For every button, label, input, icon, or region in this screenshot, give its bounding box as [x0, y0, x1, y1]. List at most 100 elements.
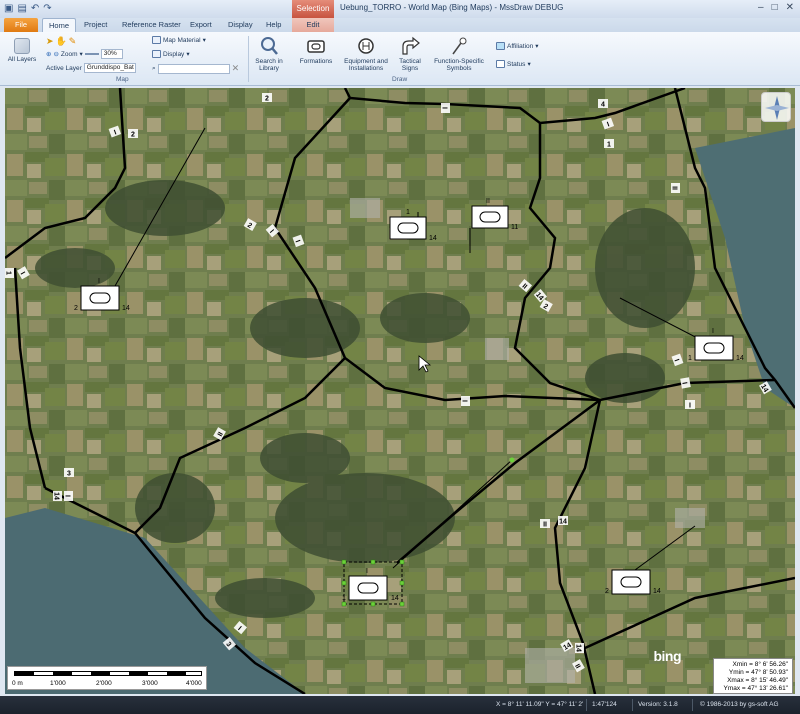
ribbon: All Layers ➤ ✋ ✎ ⊕ ⊖ Zoom ▾ 30% Active L… — [0, 32, 800, 86]
compass-icon[interactable] — [761, 92, 791, 122]
svg-text:14: 14 — [575, 644, 582, 652]
map-scale: 1:47'124 — [592, 701, 617, 708]
unit-left-label: 2 — [74, 305, 78, 312]
boundary-label: 14 — [575, 643, 584, 653]
status-button[interactable]: Status ▾ — [496, 60, 531, 68]
chevron-down-icon: ▾ — [202, 37, 206, 44]
chevron-down-icon: ▾ — [527, 61, 531, 68]
display-button[interactable]: Display ▾ — [152, 50, 190, 58]
pan-icon[interactable]: ✋ — [56, 36, 67, 47]
search-library-button[interactable]: Search in Library — [252, 36, 286, 72]
boundary-label: 14 — [53, 491, 62, 501]
minimize-icon[interactable]: – — [758, 2, 764, 13]
eraser-icon[interactable]: ✎ — [69, 36, 77, 47]
map-search-input[interactable] — [157, 63, 230, 74]
unit-left-label: 1 — [342, 595, 346, 602]
status-icon — [496, 60, 505, 68]
boundary-label: 1 — [604, 139, 614, 149]
map-extent-box: Xmin = 8° 6' 56.26" Ymin = 47° 8' 50.93"… — [713, 658, 793, 694]
svg-text:II: II — [543, 522, 547, 529]
ymin-label: Ymin = 47° 8' 50.93" — [728, 669, 788, 676]
xmax-label: Xmax = 8° 15' 46.49" — [727, 677, 788, 684]
zoom-dropdown-icon[interactable]: ▾ — [80, 50, 83, 58]
app-icon[interactable]: ▣ — [4, 3, 13, 14]
map-canvas[interactable]: 1 14 II 11 I 2 14 I 1 14 I 1 14 2 14 2I … — [5, 88, 795, 694]
tab-display[interactable]: Display — [228, 18, 253, 32]
function-symbols-button[interactable]: Function-Specific Symbols — [430, 36, 488, 72]
group-separator — [248, 36, 249, 82]
layers-icon — [14, 38, 30, 54]
svg-text:2: 2 — [131, 132, 135, 139]
unit-right-label: 14 — [122, 305, 130, 312]
chevron-down-icon: ▾ — [186, 51, 190, 58]
formations-button[interactable]: Formations — [296, 36, 336, 65]
clear-icon[interactable]: ✕ — [232, 63, 240, 74]
title-bar: ▣ ▤ ↶ ↷ Selection Uebung_TORRO - World M… — [0, 0, 800, 18]
unit-right-label: 14 — [736, 355, 744, 362]
boundary-label: I — [461, 396, 470, 406]
scale-tick: 3'000 — [142, 680, 158, 687]
boundary-label: II — [540, 519, 550, 529]
map-view[interactable]: 1 14 II 11 I 2 14 I 1 14 I 1 14 2 14 2 I… — [5, 88, 795, 694]
function-symbols-label: Function-Specific Symbols — [434, 58, 484, 72]
svg-text:3: 3 — [67, 471, 71, 478]
undo-icon[interactable]: ↶ — [31, 3, 39, 14]
scale-bar: 0 m 1'000 2'000 3'000 4'000 — [7, 666, 207, 690]
equipment-label: Equipment and Installations — [344, 58, 388, 72]
search-library-label: Search in Library — [255, 58, 283, 72]
svg-text:2: 2 — [265, 96, 269, 103]
unit-left-label: 1 — [688, 355, 692, 362]
redo-icon[interactable]: ↷ — [43, 3, 51, 14]
maximize-icon[interactable]: □ — [772, 2, 778, 13]
tab-export[interactable]: Export — [190, 18, 212, 32]
tactical-signs-button[interactable]: Tactical Signs — [394, 36, 426, 72]
pointer-icon[interactable]: ➤ — [46, 36, 54, 47]
svg-text:I: I — [441, 107, 448, 109]
save-icon[interactable]: ▤ — [17, 3, 26, 14]
affiliation-label: Affiliation — [507, 42, 534, 50]
zoom-slider[interactable] — [84, 53, 99, 55]
select-tools: ➤ ✋ ✎ — [46, 36, 76, 47]
tab-edit[interactable]: Edit — [292, 18, 334, 32]
scale-tick: 1'000 — [50, 680, 66, 687]
all-layers-label: All Layers — [7, 56, 37, 63]
boundary-label: 3 — [64, 468, 74, 478]
window-title: Uebung_TORRO - World Map (Bing Maps) - M… — [340, 3, 564, 12]
svg-text:14: 14 — [53, 492, 60, 500]
status-separator — [692, 699, 693, 711]
quick-access-toolbar: ▣ ▤ ↶ ↷ — [4, 3, 52, 14]
zoom-out-icon[interactable]: ⊖ — [53, 50, 58, 58]
unit-size-label: I — [98, 278, 100, 285]
boundary-label: 1 — [5, 268, 14, 278]
tab-reference-raster[interactable]: Reference Raster — [122, 18, 181, 32]
boundary-label: I — [64, 491, 73, 501]
all-layers-button[interactable]: All Layers — [6, 38, 38, 63]
active-layer-control: Active Layer Grunddispo_Bat — [46, 63, 136, 73]
map-material-button[interactable]: Map Material ▾ — [152, 36, 206, 44]
zoom-in-icon[interactable]: ⊕ — [46, 50, 51, 58]
svg-text:4: 4 — [601, 102, 605, 109]
bing-logo: bing — [653, 648, 681, 664]
anchor-handle[interactable] — [509, 457, 515, 463]
boundary-label: 2 — [262, 93, 272, 103]
equipment-button[interactable]: Equipment and Installations — [340, 36, 392, 72]
zoom-input[interactable]: 30% — [100, 49, 123, 59]
tab-help[interactable]: Help — [266, 18, 281, 32]
copyright: © 1986-2013 by gs-soft AG — [700, 701, 779, 708]
svg-text:II: II — [671, 186, 678, 190]
affiliation-button[interactable]: Affiliation ▾ — [496, 42, 539, 50]
status-label: Status — [507, 60, 526, 68]
display-icon — [152, 50, 161, 58]
svg-text:I: I — [64, 495, 71, 497]
close-icon[interactable]: ✕ — [786, 2, 794, 13]
unit-left-label: 2 — [605, 588, 609, 595]
active-layer-select[interactable]: Grunddispo_Bat — [83, 63, 136, 73]
unit-right-label: 11 — [511, 224, 518, 231]
tab-project[interactable]: Project — [84, 18, 107, 32]
map-icon — [152, 36, 161, 44]
ymax-label: Ymax = 47° 13' 26.61" — [723, 685, 788, 692]
boundary-label: 14 — [558, 516, 568, 526]
chevron-down-icon: ▾ — [535, 43, 539, 50]
tab-home[interactable]: Home — [42, 18, 76, 32]
tab-file[interactable]: File — [4, 18, 38, 32]
